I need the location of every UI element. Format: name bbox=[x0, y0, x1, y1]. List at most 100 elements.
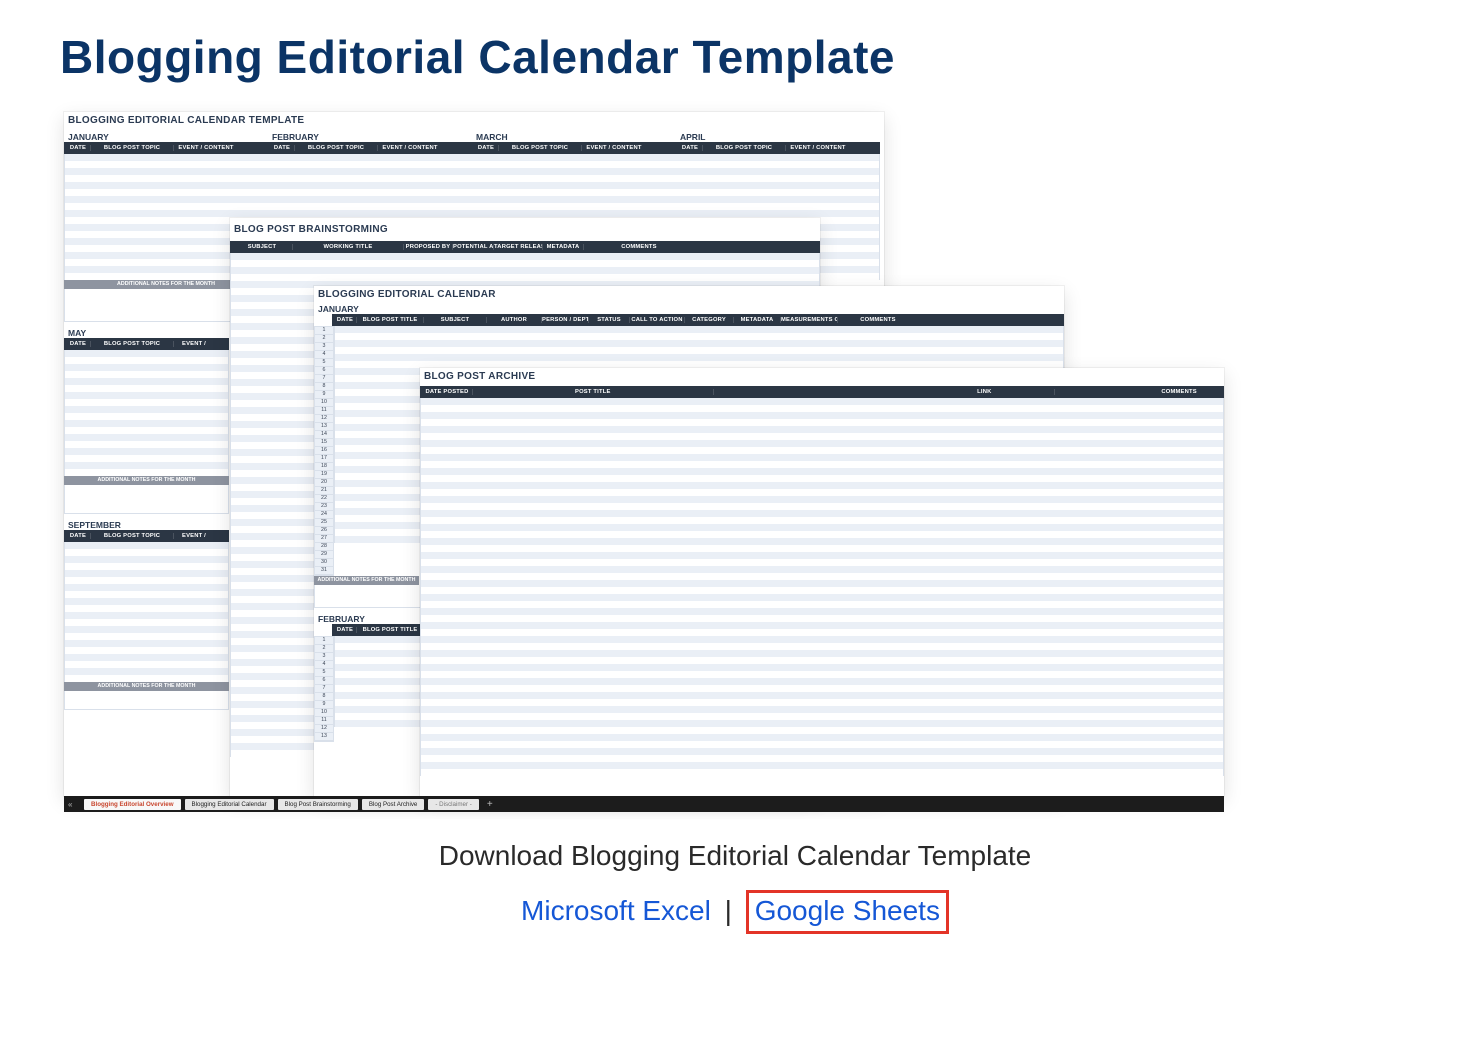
row-index: 9 bbox=[315, 391, 333, 399]
table-row bbox=[420, 727, 1224, 734]
table-row bbox=[420, 503, 1224, 510]
template-preview-canvas: BLOGGING EDITORIAL CALENDAR TEMPLATE JAN… bbox=[64, 112, 1224, 812]
table-row bbox=[64, 448, 229, 455]
table-row bbox=[334, 664, 434, 671]
table-row bbox=[334, 643, 434, 650]
download-link-excel[interactable]: Microsoft Excel bbox=[521, 895, 711, 926]
table-row bbox=[420, 412, 1224, 419]
table-row bbox=[64, 675, 229, 682]
table-row bbox=[334, 333, 1064, 340]
table-row bbox=[420, 524, 1224, 531]
table-row bbox=[64, 668, 229, 675]
table-row bbox=[420, 510, 1224, 517]
row-index: 12 bbox=[315, 415, 333, 423]
table-row bbox=[64, 584, 229, 591]
download-link-sheets[interactable]: Google Sheets bbox=[755, 895, 940, 926]
table-row bbox=[230, 267, 820, 274]
table-row bbox=[420, 657, 1224, 664]
overview-rows-may bbox=[64, 350, 229, 476]
table-row bbox=[420, 433, 1224, 440]
row-index: 12 bbox=[315, 725, 333, 733]
table-row bbox=[64, 556, 229, 563]
table-row bbox=[420, 713, 1224, 720]
editorial-rows-feb bbox=[334, 636, 434, 742]
table-row bbox=[420, 629, 1224, 636]
table-row bbox=[334, 657, 434, 664]
row-index: 5 bbox=[315, 669, 333, 677]
row-index: 13 bbox=[315, 733, 333, 741]
table-row bbox=[64, 612, 229, 619]
row-index: 8 bbox=[315, 693, 333, 701]
tab-editorial-calendar[interactable]: Blogging Editorial Calendar bbox=[185, 799, 274, 810]
table-row bbox=[334, 340, 1064, 347]
tab-add-icon[interactable]: + bbox=[487, 799, 493, 810]
table-row bbox=[420, 755, 1224, 762]
sheet-tab-bar: « Blogging Editorial Overview Blogging E… bbox=[64, 796, 1224, 812]
row-index: 4 bbox=[315, 351, 333, 359]
table-row bbox=[64, 413, 229, 420]
table-row bbox=[64, 378, 229, 385]
table-row bbox=[64, 654, 229, 661]
row-index: 31 bbox=[315, 567, 333, 575]
row-index: 15 bbox=[315, 439, 333, 447]
table-row bbox=[64, 399, 229, 406]
table-row bbox=[230, 253, 820, 260]
archive-title: BLOG POST ARCHIVE bbox=[420, 368, 1224, 384]
table-row bbox=[420, 545, 1224, 552]
table-row bbox=[420, 762, 1224, 769]
table-row bbox=[64, 455, 229, 462]
overview-title: BLOGGING EDITORIAL CALENDAR TEMPLATE bbox=[64, 112, 884, 128]
table-row bbox=[420, 482, 1224, 489]
table-row bbox=[64, 591, 229, 598]
table-row bbox=[334, 354, 1064, 361]
month-label-jan: JANUARY bbox=[64, 130, 268, 142]
table-row bbox=[230, 274, 820, 281]
table-row bbox=[420, 685, 1224, 692]
tab-nav-icon[interactable]: « bbox=[68, 800, 72, 809]
tab-archive[interactable]: Blog Post Archive bbox=[362, 799, 425, 810]
editorial-title: BLOGGING EDITORIAL CALENDAR bbox=[314, 286, 1064, 302]
table-row bbox=[64, 469, 229, 476]
download-caption: Download Blogging Editorial Calendar Tem… bbox=[60, 840, 1410, 872]
editorial-notes-jan: ADDITIONAL NOTES FOR THE MONTH bbox=[314, 576, 419, 585]
table-row bbox=[334, 692, 434, 699]
table-row bbox=[64, 598, 229, 605]
table-row bbox=[64, 182, 880, 189]
row-index: 20 bbox=[315, 479, 333, 487]
row-index: 11 bbox=[315, 717, 333, 725]
table-row bbox=[420, 615, 1224, 622]
page-title: Blogging Editorial Calendar Template bbox=[60, 30, 1410, 84]
table-row bbox=[420, 601, 1224, 608]
row-index: 23 bbox=[315, 503, 333, 511]
table-row bbox=[420, 636, 1224, 643]
table-row bbox=[64, 189, 880, 196]
row-index: 10 bbox=[315, 709, 333, 717]
tab-brainstorming[interactable]: Blog Post Brainstorming bbox=[278, 799, 358, 810]
overview-header-may: DATE BLOG POST TOPIC EVENT / bbox=[64, 338, 229, 350]
table-row bbox=[64, 175, 880, 182]
table-row bbox=[420, 468, 1224, 475]
tab-disclaimer[interactable]: - Disclaimer - bbox=[428, 799, 478, 810]
table-row bbox=[64, 385, 229, 392]
brainstorm-header: SUBJECT WORKING TITLE PROPOSED BY POTENT… bbox=[230, 241, 820, 253]
row-index: 6 bbox=[315, 677, 333, 685]
row-index: 27 bbox=[315, 535, 333, 543]
tab-overview[interactable]: Blogging Editorial Overview bbox=[84, 799, 181, 810]
table-row bbox=[64, 357, 229, 364]
table-row bbox=[64, 441, 229, 448]
month-label-apr: APRIL bbox=[676, 130, 880, 142]
table-row bbox=[64, 640, 229, 647]
table-row bbox=[420, 699, 1224, 706]
table-row bbox=[334, 636, 434, 643]
table-row bbox=[64, 462, 229, 469]
table-row bbox=[420, 664, 1224, 671]
table-row bbox=[64, 364, 229, 371]
highlighted-link-box: Google Sheets bbox=[746, 890, 949, 934]
row-index: 4 bbox=[315, 661, 333, 669]
row-index: 7 bbox=[315, 375, 333, 383]
table-row bbox=[420, 594, 1224, 601]
row-index: 11 bbox=[315, 407, 333, 415]
table-row bbox=[334, 713, 434, 720]
table-row bbox=[334, 678, 434, 685]
month-label-mar: MARCH bbox=[472, 130, 676, 142]
